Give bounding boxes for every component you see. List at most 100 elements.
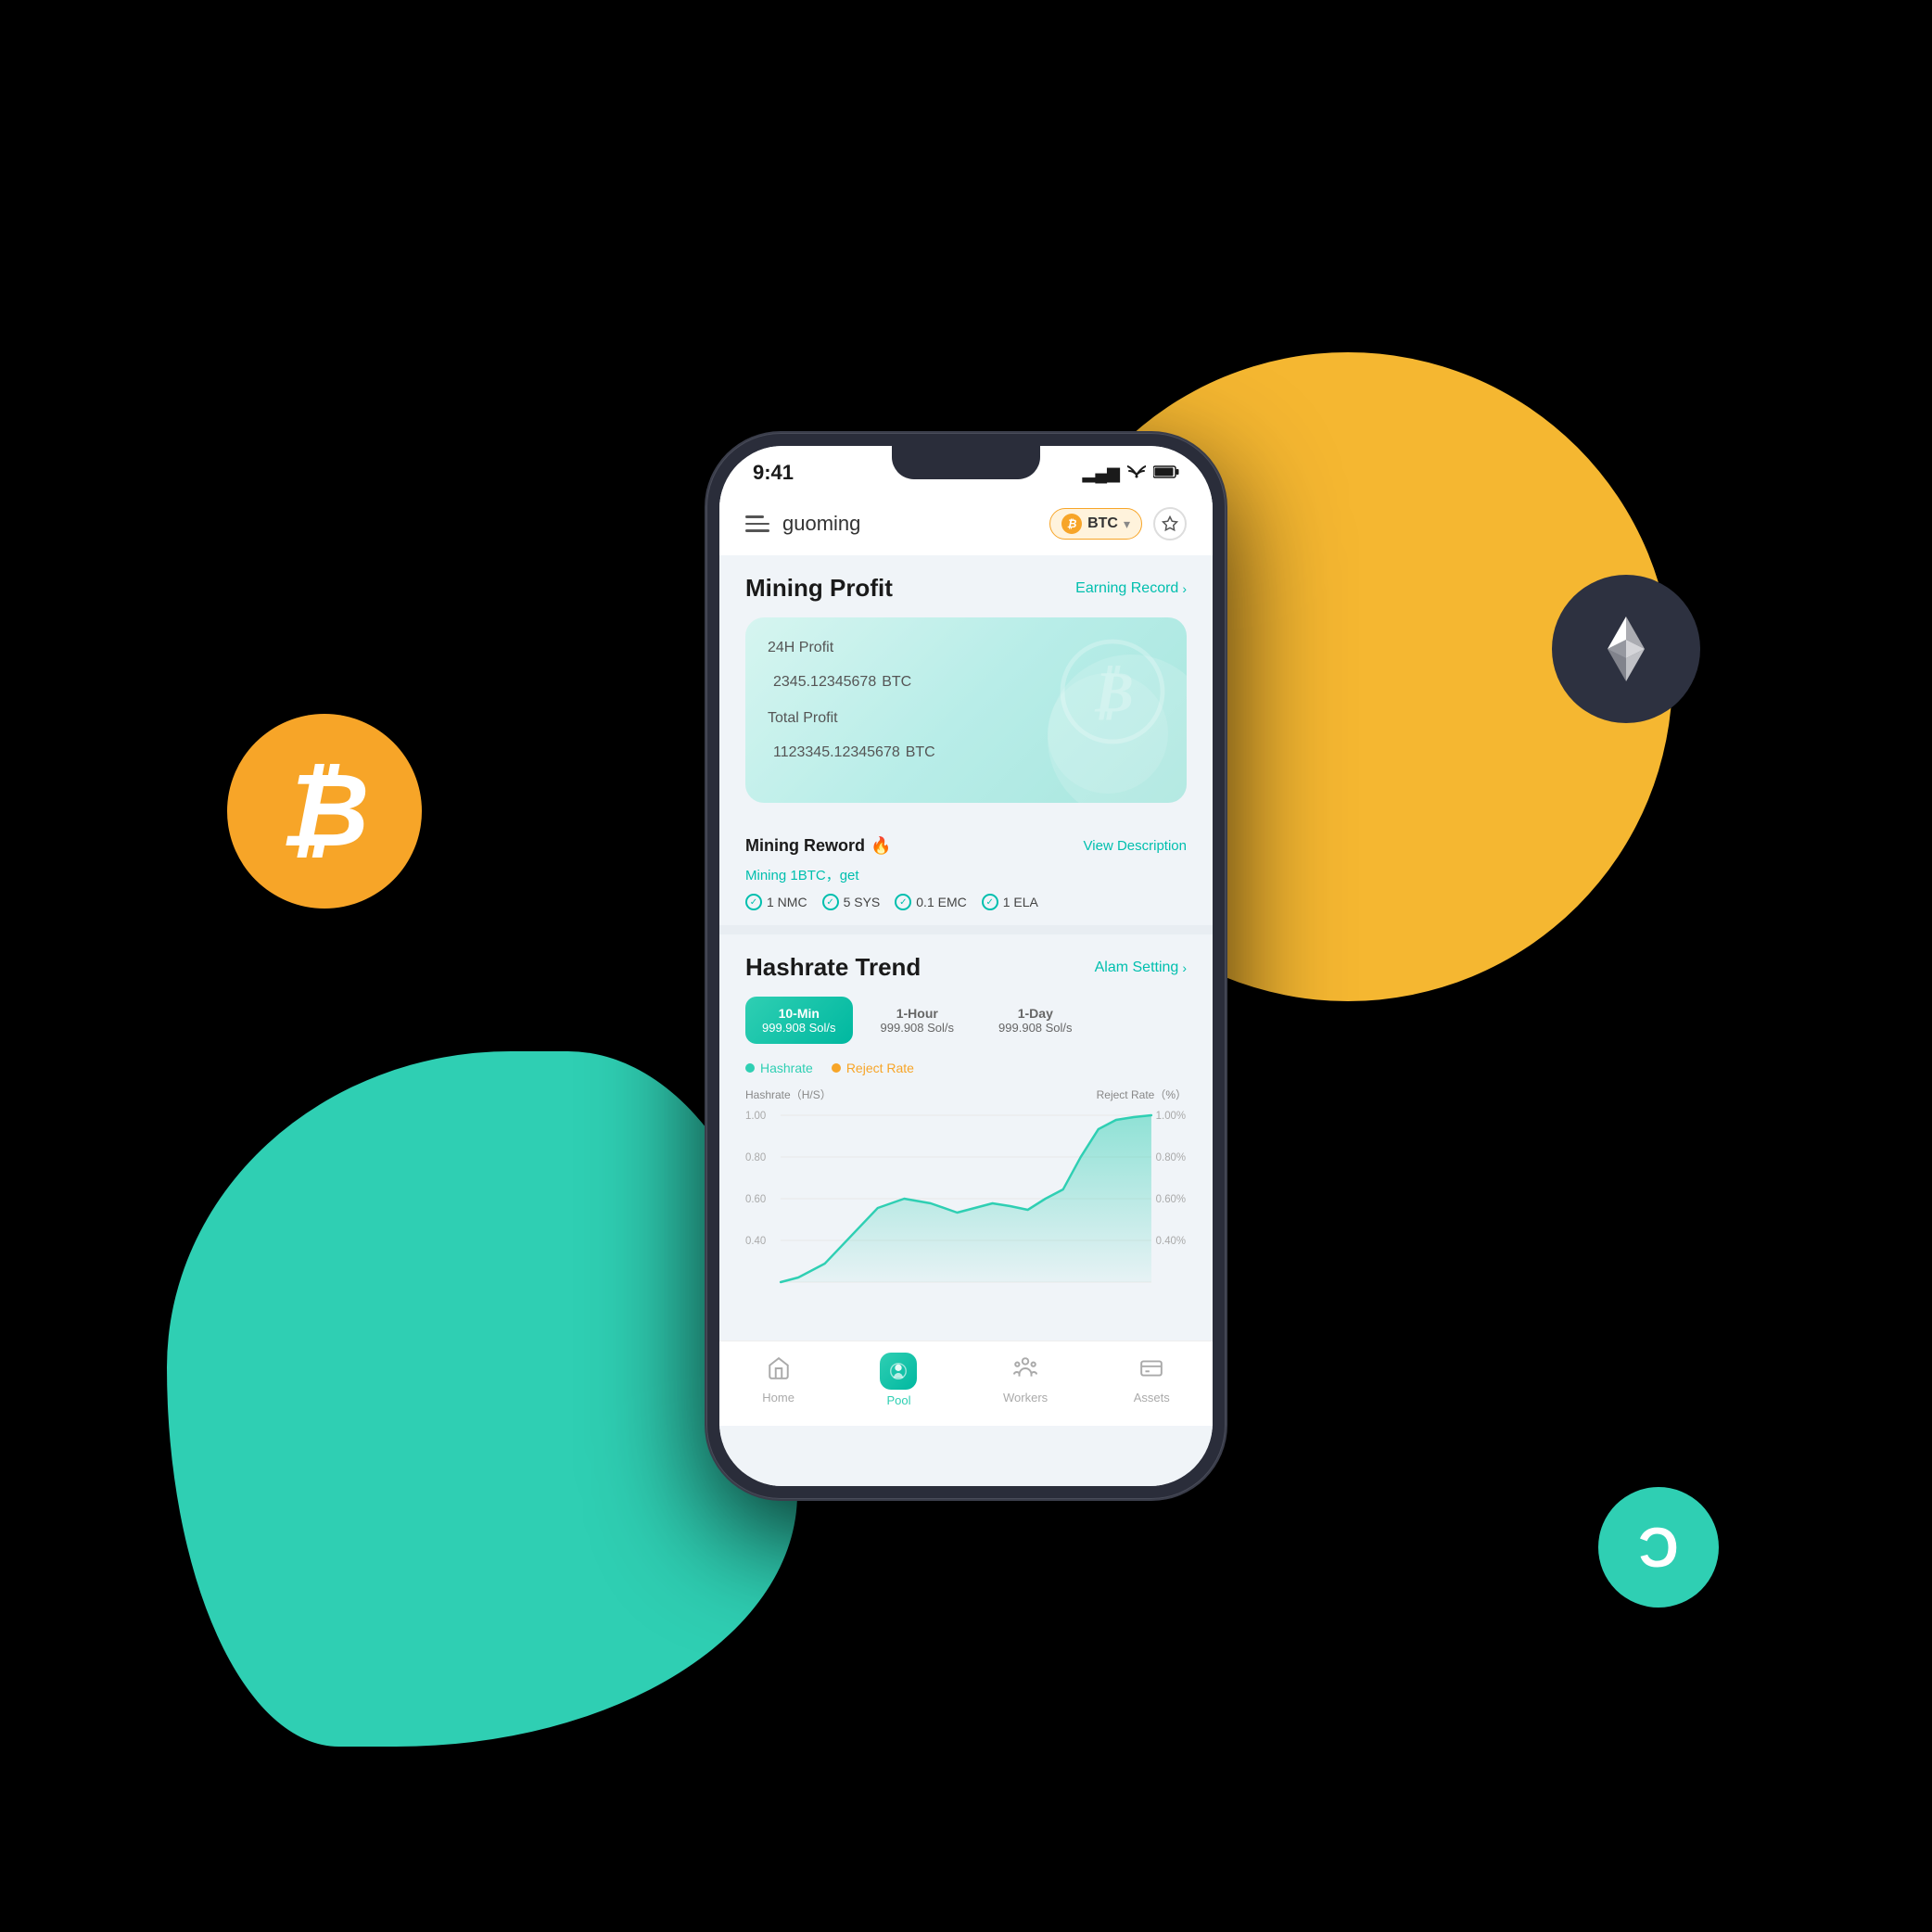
legend-reject-rate-label: Reject Rate	[846, 1061, 914, 1075]
chart-axis-titles: Hashrate（H/S） Reject Rate（%）	[745, 1087, 1187, 1102]
mining-profit-header: Mining Profit Earning Record ›	[745, 574, 1187, 603]
nav-item-assets[interactable]: Assets	[1134, 1356, 1170, 1405]
time-btn-1hour-value: 999.908 Sol/s	[881, 1021, 955, 1035]
reward-header: Mining Reword 🔥 View Description	[745, 836, 1187, 856]
btc-badge-arrow: ▾	[1124, 516, 1130, 532]
battery-icon	[1153, 464, 1179, 483]
nav-right: ₿ BTC ▾	[1049, 507, 1187, 540]
svg-text:0.40: 0.40	[745, 1235, 767, 1247]
total-profit-number: 1123345.12345678	[773, 744, 900, 760]
svg-text:0.60%: 0.60%	[1156, 1193, 1186, 1205]
nav-workers-label: Workers	[1003, 1391, 1048, 1405]
reward-check-ela: ✓	[982, 894, 998, 910]
top-nav: guoming ₿ BTC ▾	[719, 492, 1213, 555]
reward-label-emc: 0.1 EMC	[916, 895, 966, 909]
alarm-arrow: ›	[1182, 960, 1187, 975]
phone-notch	[892, 446, 1040, 479]
hashrate-chart: 1.00 0.80 0.60 0.40 1.00% 0.80% 0.60% 0.…	[745, 1106, 1187, 1328]
time-btn-10min[interactable]: 10-Min 999.908 Sol/s	[745, 997, 853, 1044]
profit-card: ₿ 24H Profit 2345.12345678BTC Total Prof…	[745, 617, 1187, 803]
fire-icon: 🔥	[871, 836, 891, 856]
phone-wrapper: 9:41 ▂▄▆	[706, 433, 1226, 1499]
reward-item-ela: ✓ 1 ELA	[982, 894, 1038, 910]
nav-left: guoming	[745, 512, 860, 536]
reward-subtitle: Mining 1BTC，get	[745, 865, 1187, 884]
nav-home-label: Home	[762, 1391, 794, 1405]
bottom-nav: Home Pool	[719, 1341, 1213, 1426]
reward-label-sys: 5 SYS	[844, 895, 881, 909]
earning-record-text: Earning Record	[1075, 580, 1178, 597]
btc-symbol: ₿	[280, 760, 369, 862]
screen-content[interactable]: guoming ₿ BTC ▾	[719, 492, 1213, 1486]
chart-container: 1.00 0.80 0.60 0.40 1.00% 0.80% 0.60% 0.…	[745, 1106, 1187, 1341]
nav-username: guoming	[782, 512, 860, 536]
reward-check-nmc: ✓	[745, 894, 762, 910]
profit-24h-unit: BTC	[882, 674, 911, 690]
status-icons: ▂▄▆	[1083, 464, 1179, 483]
svg-text:0.40%: 0.40%	[1156, 1235, 1186, 1247]
alarm-setting-text: Alam Setting	[1095, 960, 1179, 976]
legend-dot-teal	[745, 1063, 755, 1073]
svg-text:0.80%: 0.80%	[1156, 1151, 1186, 1163]
status-time: 9:41	[753, 461, 794, 485]
hamburger-menu[interactable]	[745, 515, 769, 532]
hashrate-header: Hashrate Trend Alam Setting ›	[745, 953, 1187, 982]
bg-blob-teal	[167, 1051, 797, 1747]
earning-record-link[interactable]: Earning Record ›	[1075, 580, 1187, 597]
svg-text:0.80: 0.80	[745, 1151, 767, 1163]
reward-item-sys: ✓ 5 SYS	[822, 894, 881, 910]
nav-item-workers[interactable]: Workers	[1003, 1356, 1048, 1405]
reward-label-nmc: 1 NMC	[767, 895, 807, 909]
view-description-link[interactable]: View Description	[1084, 838, 1187, 854]
hamburger-line-1	[745, 515, 764, 518]
reward-check-sys: ✓	[822, 894, 839, 910]
assets-icon	[1139, 1356, 1163, 1387]
eth-coin-decoration	[1552, 575, 1700, 723]
profit-card-bg-icon: ₿	[1057, 636, 1168, 752]
reward-item-nmc: ✓ 1 NMC	[745, 894, 807, 910]
earning-record-arrow: ›	[1182, 581, 1187, 596]
nav-item-pool[interactable]: Pool	[880, 1353, 917, 1407]
time-btn-1hour[interactable]: 1-Hour 999.908 Sol/s	[864, 997, 972, 1044]
svg-text:0.60: 0.60	[745, 1193, 767, 1205]
alarm-setting-link[interactable]: Alam Setting ›	[1095, 960, 1187, 976]
settings-button[interactable]	[1153, 507, 1187, 540]
hamburger-line-3	[745, 529, 769, 532]
wifi-icon	[1127, 464, 1146, 483]
time-btn-10min-label: 10-Min	[762, 1006, 836, 1021]
reward-item-emc: ✓ 0.1 EMC	[895, 894, 966, 910]
btc-badge-text: BTC	[1087, 515, 1118, 532]
svg-text:1.00: 1.00	[745, 1110, 767, 1122]
pool-icon	[880, 1353, 917, 1390]
btc-selector[interactable]: ₿ BTC ▾	[1049, 508, 1142, 540]
time-buttons: 10-Min 999.908 Sol/s 1-Hour 999.908 Sol/…	[745, 997, 1187, 1044]
y-axis-right-title: Reject Rate（%）	[1097, 1087, 1187, 1102]
nav-item-home[interactable]: Home	[762, 1356, 794, 1405]
btc-badge-icon: ₿	[1061, 514, 1082, 534]
nav-pool-label: Pool	[886, 1393, 910, 1407]
btc-coin-decoration: ₿	[227, 714, 422, 909]
phone-frame: 9:41 ▂▄▆	[706, 433, 1226, 1499]
time-btn-1hour-label: 1-Hour	[881, 1006, 955, 1021]
mining-profit-title: Mining Profit	[745, 574, 893, 603]
legend-hashrate: Hashrate	[745, 1061, 813, 1075]
y-axis-left-title: Hashrate（H/S）	[745, 1087, 832, 1102]
section-divider	[719, 925, 1213, 934]
reward-items: ✓ 1 NMC ✓ 5 SYS ✓ 0.1 EMC ✓	[745, 894, 1187, 910]
nav-assets-label: Assets	[1134, 1391, 1170, 1405]
total-profit-unit: BTC	[906, 744, 935, 760]
hashrate-trend-section: Hashrate Trend Alam Setting › 10-Min 999…	[719, 934, 1213, 1341]
reward-title: Mining Reword 🔥	[745, 836, 891, 856]
phone-screen: 9:41 ▂▄▆	[719, 446, 1213, 1486]
time-btn-1day[interactable]: 1-Day 999.908 Sol/s	[982, 997, 1089, 1044]
legend-reject-rate: Reject Rate	[832, 1061, 914, 1075]
workers-icon	[1013, 1356, 1037, 1387]
hashrate-title: Hashrate Trend	[745, 953, 921, 982]
signal-icon: ▂▄▆	[1083, 464, 1120, 483]
home-icon	[767, 1356, 791, 1387]
time-btn-1day-label: 1-Day	[998, 1006, 1073, 1021]
reward-label-ela: 1 ELA	[1003, 895, 1038, 909]
hamburger-line-2	[745, 523, 769, 526]
reward-check-emc: ✓	[895, 894, 911, 910]
time-btn-1day-value: 999.908 Sol/s	[998, 1021, 1073, 1035]
